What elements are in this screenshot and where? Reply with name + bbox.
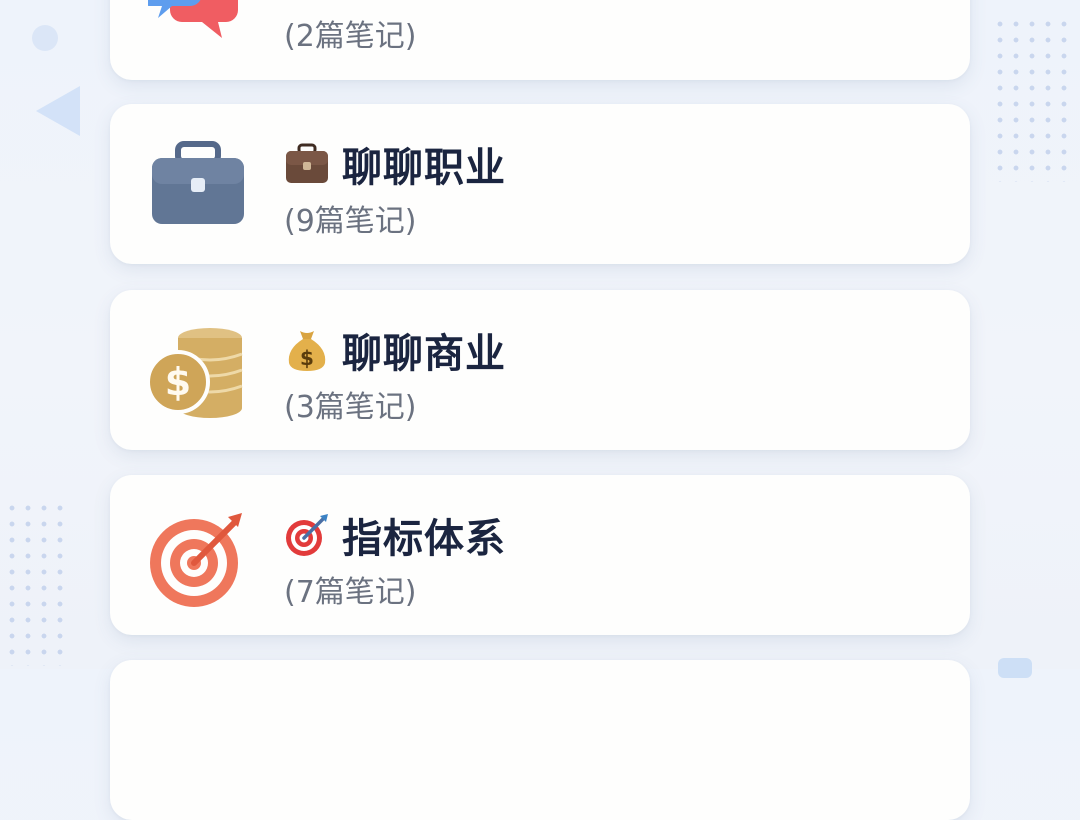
target-icon [150, 513, 242, 607]
note-count: (9篇笔记) [284, 204, 417, 239]
money-bag-emoji-icon: $ [288, 331, 326, 371]
briefcase-icon [152, 141, 244, 224]
note-count: (3篇笔记) [284, 390, 417, 425]
decorative-square [998, 658, 1032, 678]
category-card[interactable] [110, 660, 970, 820]
briefcase-emoji-icon [286, 143, 328, 183]
direct-hit-emoji-icon [286, 514, 328, 556]
decorative-dot-grid-left [4, 500, 70, 666]
card-title-row: 指标体系 [284, 510, 506, 562]
card-title: 聊聊商业 [342, 331, 506, 377]
decorative-circle [32, 25, 58, 51]
note-count: (2篇笔记) [284, 19, 417, 54]
card-title-row: 聊聊职业 [284, 139, 506, 191]
svg-text:$: $ [300, 346, 314, 370]
category-card-career[interactable]: 聊聊职业 (9篇笔记) [110, 104, 970, 264]
svg-text:$: $ [165, 360, 191, 404]
decorative-triangle [36, 86, 80, 136]
category-card[interactable]: (2篇笔记) [110, 0, 970, 80]
card-title: 聊聊职业 [342, 145, 506, 191]
card-title: 指标体系 [342, 516, 506, 562]
coins-dollar-icon: $ [148, 328, 243, 418]
note-count: (7篇笔记) [284, 575, 417, 610]
chat-bubbles-icon [148, 0, 238, 38]
decorative-dot-grid-right [992, 16, 1074, 182]
category-card-metrics[interactable]: 指标体系 (7篇笔记) [110, 475, 970, 635]
card-title-row: $ 聊聊商业 [284, 325, 506, 377]
category-card-business[interactable]: $ $ 聊聊商业 (3篇笔记) [110, 290, 970, 450]
